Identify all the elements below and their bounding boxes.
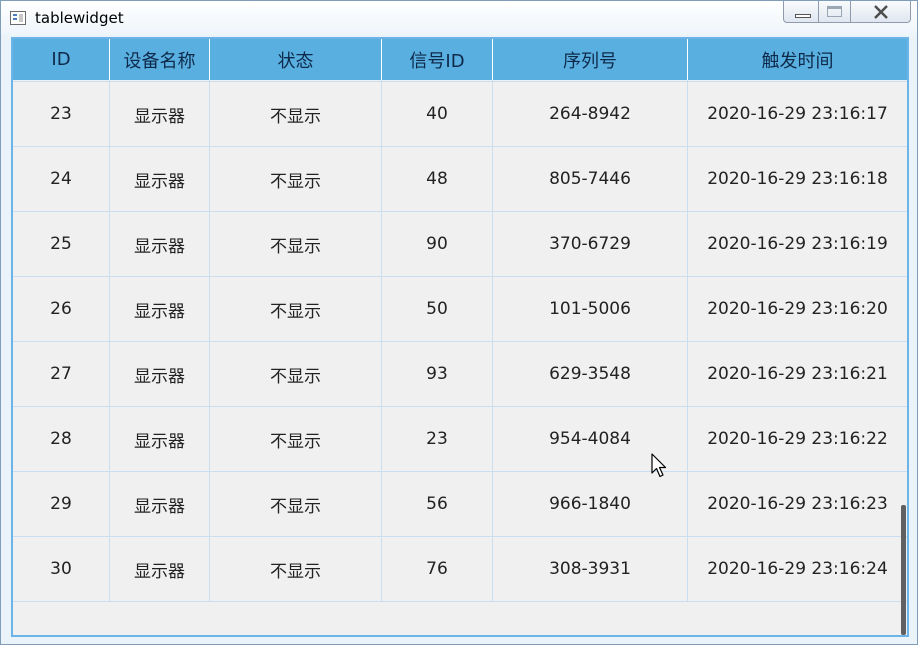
cell-trigger-time[interactable]: 2020-16-29 23:16:21 <box>688 342 907 406</box>
header-serial-number[interactable]: 序列号 <box>493 39 688 80</box>
cell-signal-id[interactable]: 50 <box>382 277 493 341</box>
table-row[interactable]: 24 显示器 不显示 48 805-7446 2020-16-29 23:16:18 <box>13 147 907 212</box>
cell-id[interactable]: 25 <box>13 212 110 276</box>
maximize-icon <box>827 6 842 17</box>
cell-id[interactable]: 27 <box>13 342 110 406</box>
table-row[interactable]: 23 显示器 不显示 40 264-8942 2020-16-29 23:16:17 <box>13 82 907 147</box>
cell-id[interactable]: 24 <box>13 147 110 211</box>
table-row[interactable]: 26 显示器 不显示 50 101-5006 2020-16-29 23:16:20 <box>13 277 907 342</box>
mouse-pointer-icon <box>651 453 669 479</box>
cell-serial-number[interactable]: 264-8942 <box>493 82 688 146</box>
cell-status[interactable]: 不显示 <box>210 147 382 211</box>
cell-trigger-time[interactable]: 2020-16-29 23:16:23 <box>688 472 907 536</box>
cell-device-name[interactable]: 显示器 <box>110 472 210 536</box>
table-row[interactable]: 25 显示器 不显示 90 370-6729 2020-16-29 23:16:19 <box>13 212 907 277</box>
header-id[interactable]: ID <box>13 39 110 80</box>
minimize-button[interactable] <box>783 1 819 23</box>
cell-trigger-time[interactable]: 2020-16-29 23:16:17 <box>688 82 907 146</box>
table-widget[interactable]: 22显示器不显示42106- 2882020-16-29 23:16:1623显… <box>11 37 909 637</box>
cell-signal-id[interactable]: 40 <box>382 82 493 146</box>
cell-signal-id[interactable]: 56 <box>382 472 493 536</box>
cell-trigger-time[interactable]: 2020-16-29 23:16:22 <box>688 407 907 471</box>
cell-serial-number[interactable]: 101-5006 <box>493 277 688 341</box>
cell-status[interactable]: 不显示 <box>210 342 382 406</box>
cell-status[interactable]: 不显示 <box>210 277 382 341</box>
cell-device-name[interactable]: 显示器 <box>110 277 210 341</box>
cell-status[interactable]: 不显示 <box>210 472 382 536</box>
cell-signal-id[interactable]: 76 <box>382 537 493 601</box>
header-signal-id[interactable]: 信号ID <box>382 39 493 80</box>
cell-id[interactable]: 26 <box>13 277 110 341</box>
table-row[interactable]: 30 显示器 不显示 76 308-3931 2020-16-29 23:16:24 <box>13 537 907 602</box>
cell-serial-number[interactable]: 805-7446 <box>493 147 688 211</box>
cell-trigger-time[interactable]: 2020-16-29 23:16:20 <box>688 277 907 341</box>
cell-serial-number[interactable]: 308-3931 <box>493 537 688 601</box>
header-status[interactable]: 状态 <box>210 39 382 80</box>
cell-device-name[interactable]: 显示器 <box>110 147 210 211</box>
table-body: 22显示器不显示42106- 2882020-16-29 23:16:1623显… <box>13 39 907 602</box>
cell-signal-id[interactable]: 93 <box>382 342 493 406</box>
cell-device-name[interactable]: 显示器 <box>110 342 210 406</box>
cell-signal-id[interactable]: 23 <box>382 407 493 471</box>
window-controls <box>783 1 911 23</box>
cell-device-name[interactable]: 显示器 <box>110 82 210 146</box>
cell-trigger-time[interactable]: 2020-16-29 23:16:24 <box>688 537 907 601</box>
header-device-name[interactable]: 设备名称 <box>110 39 210 80</box>
cell-id[interactable]: 29 <box>13 472 110 536</box>
cell-device-name[interactable]: 显示器 <box>110 537 210 601</box>
table-row[interactable]: 27 显示器 不显示 93 629-3548 2020-16-29 23:16:21 <box>13 342 907 407</box>
cell-trigger-time[interactable]: 2020-16-29 23:16:18 <box>688 147 907 211</box>
cell-device-name[interactable]: 显示器 <box>110 407 210 471</box>
cell-signal-id[interactable]: 48 <box>382 147 493 211</box>
app-window: tablewidget 22显示器不显示42106- 2882020-16-29… <box>0 0 918 645</box>
cell-serial-number[interactable]: 629-3548 <box>493 342 688 406</box>
cell-status[interactable]: 不显示 <box>210 407 382 471</box>
cell-device-name[interactable]: 显示器 <box>110 212 210 276</box>
title-bar[interactable]: tablewidget <box>1 1 917 35</box>
header-trigger-time[interactable]: 触发时间 <box>688 39 907 80</box>
window-title: tablewidget <box>35 9 124 27</box>
cell-serial-number[interactable]: 966-1840 <box>493 472 688 536</box>
close-icon <box>851 1 910 22</box>
table-row[interactable]: 29 显示器 不显示 56 966-1840 2020-16-29 23:16:23 <box>13 472 907 537</box>
cell-id[interactable]: 23 <box>13 82 110 146</box>
cell-status[interactable]: 不显示 <box>210 537 382 601</box>
cell-trigger-time[interactable]: 2020-16-29 23:16:19 <box>688 212 907 276</box>
minimize-icon <box>795 14 811 18</box>
table-row[interactable]: 28 显示器 不显示 23 954-4084 2020-16-29 23:16:22 <box>13 407 907 472</box>
app-window-icon[interactable] <box>10 11 26 25</box>
cell-status[interactable]: 不显示 <box>210 82 382 146</box>
cell-serial-number[interactable]: 370-6729 <box>493 212 688 276</box>
close-button[interactable] <box>851 1 911 23</box>
cell-id[interactable]: 28 <box>13 407 110 471</box>
table-header: ID 设备名称 状态 信号ID 序列号 触发时间 <box>13 39 907 80</box>
cell-signal-id[interactable]: 90 <box>382 212 493 276</box>
cell-status[interactable]: 不显示 <box>210 212 382 276</box>
maximize-button[interactable] <box>819 1 851 23</box>
vertical-scrollbar[interactable] <box>901 505 906 635</box>
cell-id[interactable]: 30 <box>13 537 110 601</box>
